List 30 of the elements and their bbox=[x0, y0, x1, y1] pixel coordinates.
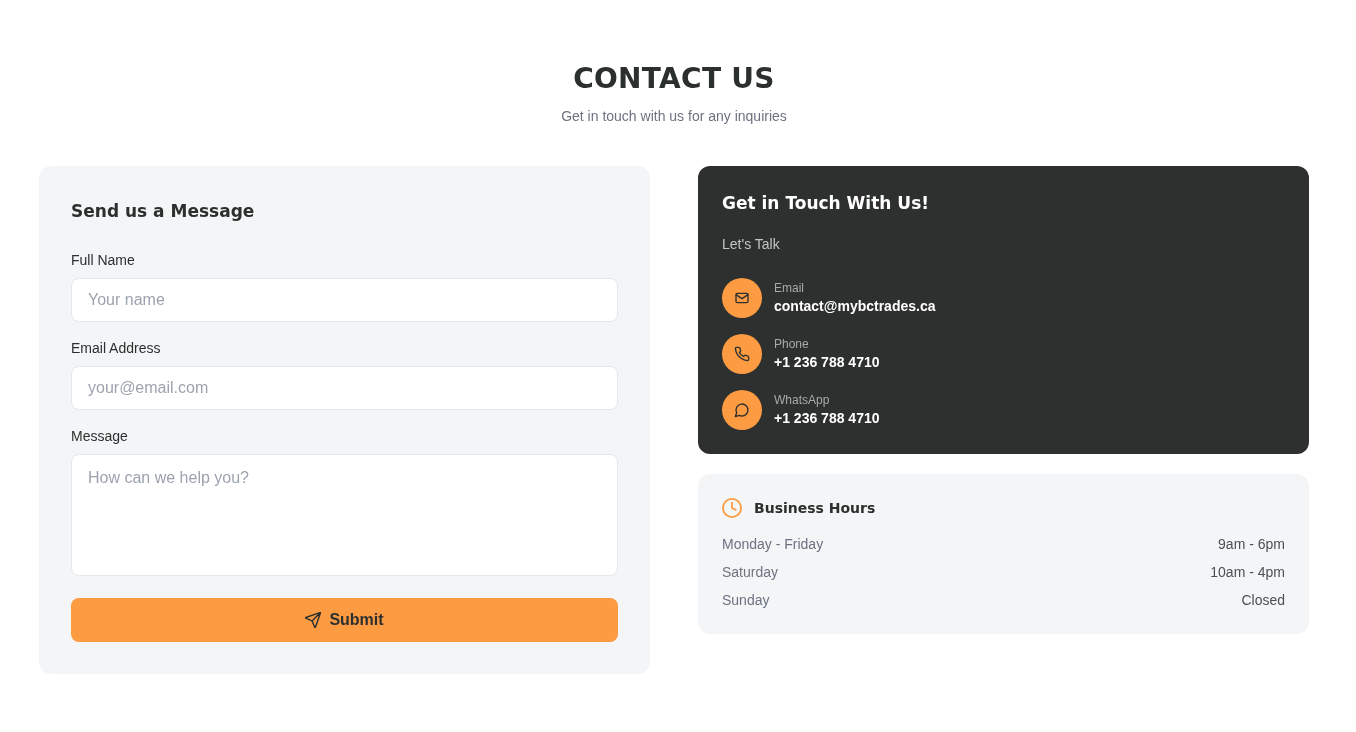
phone-icon bbox=[722, 334, 762, 374]
contact-value: +1 236 788 4710 bbox=[774, 409, 880, 428]
page-subtitle: Get in touch with us for any inquiries bbox=[560, 107, 788, 126]
hours-time: Closed bbox=[1241, 591, 1285, 610]
contact-label: Phone bbox=[774, 336, 810, 352]
hours-day: Saturday bbox=[722, 562, 779, 582]
submit-button[interactable]: Submit bbox=[71, 598, 618, 642]
hours-time: 9am - 6pm bbox=[1218, 535, 1285, 554]
contact-label: WhatsApp bbox=[774, 392, 831, 408]
contact-label: Email bbox=[774, 280, 805, 296]
envelope-icon bbox=[722, 278, 762, 318]
contact-value: contact@mybctrades.ca bbox=[774, 297, 936, 316]
contact-value: +1 236 788 4710 bbox=[774, 353, 880, 372]
hours-time: 10am - 4pm bbox=[1210, 563, 1285, 582]
hours-day: Sunday bbox=[722, 590, 770, 610]
message-field[interactable]: How can we help you? bbox=[71, 454, 618, 576]
chat-bubble-icon bbox=[722, 390, 762, 430]
hours-day: Monday - Friday bbox=[722, 534, 824, 554]
contact-card-subtitle: Let's Talk bbox=[722, 235, 781, 254]
name-field[interactable]: Your name bbox=[71, 278, 618, 322]
form-title: Send us a Message bbox=[71, 200, 256, 223]
paper-plane-icon bbox=[305, 612, 322, 628]
field-label: Email Address bbox=[71, 339, 162, 358]
email-field[interactable]: your@email.com bbox=[71, 366, 618, 410]
page-title: CONTACT US bbox=[572, 61, 776, 97]
field-label: Message bbox=[71, 427, 129, 446]
field-label: Full Name bbox=[71, 251, 136, 270]
hours-title: Business Hours bbox=[754, 499, 876, 518]
contact-card-title: Get in Touch With Us! bbox=[722, 192, 930, 215]
clock-icon bbox=[722, 498, 742, 518]
